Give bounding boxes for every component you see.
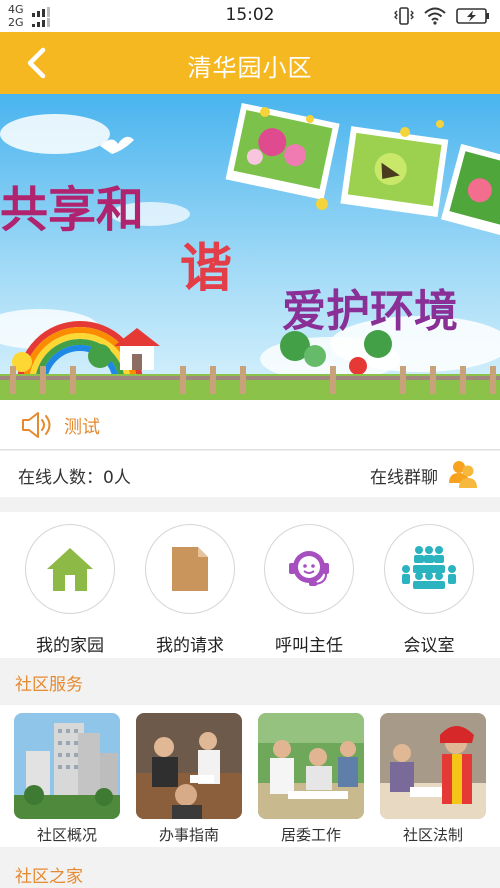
section-header-home: 社区之家 [0, 852, 500, 888]
feature-call-director[interactable]: 呼叫主任 [254, 524, 364, 656]
group-chat-icon[interactable] [448, 459, 478, 489]
feature-meeting-room[interactable]: 会议室 [374, 524, 484, 656]
service-community-overview[interactable]: 社区概况 [14, 713, 120, 844]
feature-label: 我的请求 [156, 636, 224, 656]
notice-bar[interactable]: 测试 [0, 400, 500, 450]
service-label: 办事指南 [158, 826, 219, 844]
house-icon [47, 548, 93, 591]
feature-icon-circle [264, 524, 354, 614]
meeting-room-icon [402, 546, 456, 589]
service-thumbnail [258, 713, 364, 819]
service-committee-work[interactable]: 居委工作 [258, 713, 364, 844]
group-chat-label[interactable]: 在线群聊 [370, 463, 438, 488]
feature-icon-circle [384, 524, 474, 614]
speaker-icon [22, 412, 51, 438]
online-count: 在线人数：0人 [18, 468, 131, 488]
banner-image[interactable]: 共享和 谐 爱护环境 [0, 94, 500, 400]
page-title: 清华园小区 [187, 54, 313, 82]
wifi-icon [424, 7, 446, 25]
feature-grid: 我的家园 我的请求 呼叫主任 会议室 [0, 512, 500, 658]
notice-text: 测试 [64, 417, 100, 438]
service-label: 居委工作 [280, 826, 341, 844]
service-label: 社区法制 [402, 826, 463, 844]
app-bar: 清华园小区 [0, 32, 500, 94]
service-label: 社区概况 [36, 826, 97, 844]
service-thumbnail [14, 713, 120, 819]
feature-label: 呼叫主任 [275, 636, 343, 656]
banner-illustration: 共享和 谐 爱护环境 [0, 94, 500, 400]
feature-icon-circle [25, 524, 115, 614]
service-guide[interactable]: 办事指南 [136, 713, 242, 844]
feature-label: 会议室 [403, 636, 455, 656]
headset-person-icon [289, 551, 329, 586]
service-grid: 社区概况 办事指南 居委工作 社区法制 [0, 705, 500, 847]
document-icon [172, 547, 208, 591]
service-thumbnail [136, 713, 242, 819]
banner-text-2: 谐 [180, 238, 232, 299]
status-bar: 4G 2G 15:02 [0, 0, 500, 32]
vibrate-icon [394, 7, 414, 25]
service-community-law[interactable]: 社区法制 [380, 713, 486, 844]
section-title: 社区之家 [15, 867, 83, 887]
battery-charging-icon [456, 8, 489, 24]
banner-text-3: 爱护环境 [282, 286, 458, 337]
online-row: 在线人数：0人 在线群聊 [0, 451, 500, 497]
feature-label: 我的家园 [36, 636, 104, 656]
section-title: 社区服务 [15, 675, 83, 695]
feature-my-home[interactable]: 我的家园 [15, 524, 125, 656]
banner-text-1: 共享和 [0, 182, 144, 238]
service-thumbnail [380, 713, 486, 819]
section-header-services: 社区服务 [0, 660, 500, 702]
feature-my-requests[interactable]: 我的请求 [135, 524, 245, 656]
feature-icon-circle [145, 524, 235, 614]
